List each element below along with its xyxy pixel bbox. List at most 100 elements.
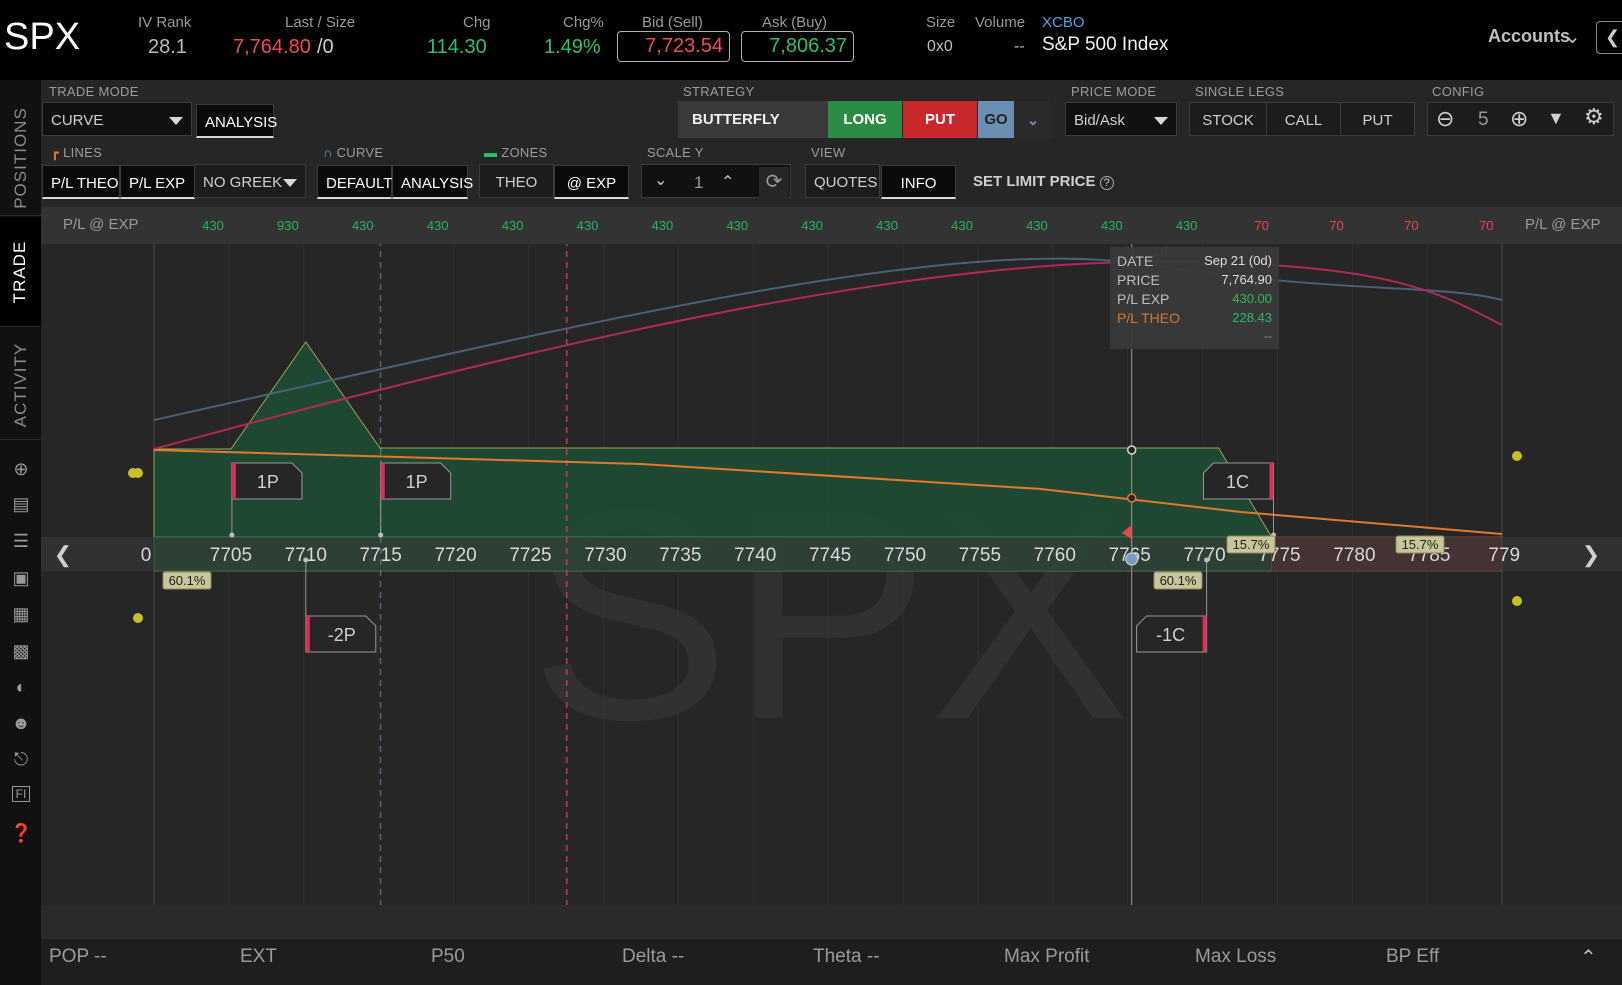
long-button[interactable]: LONG [828,101,902,138]
zoom-in-icon[interactable]: ⊕ [1510,106,1528,132]
dashboard-icon[interactable]: ▩ [10,641,32,663]
scale-y-value: 1 [694,173,704,192]
chevron-left-icon[interactable]: ❮ [54,542,72,568]
put-leg-button[interactable]: PUT [1340,102,1415,136]
pl-exp-header: P/L @ EXP P/L @ EXP 430 930 430 430 430 430 43… [41,207,1622,244]
price-mode-label: PRICE MODE [1071,84,1157,99]
pl-theo-button[interactable]: P/L THEO [42,165,120,199]
accounts-menu[interactable]: Accounts [1488,26,1570,47]
exchange[interactable]: XCBO [1042,14,1085,31]
theo-marker [1126,493,1137,503]
list-icon[interactable]: ☰ [10,531,32,553]
leg-dot [1204,557,1210,563]
help-icon: ? [1099,176,1114,190]
side-marker-dot[interactable] [133,468,143,478]
tab-trade[interactable]: TRADE [0,217,41,327]
price-tick-label: 7730 [584,545,626,566]
chevron-up-icon[interactable]: ⌃ [721,172,734,192]
grid-chart-icon[interactable]: ▦ [10,604,32,626]
side-marker-dot[interactable] [1512,451,1522,461]
chevron-down-icon[interactable]: ⌄ [654,170,667,190]
chevron-down-icon[interactable]: ⌄ [1564,24,1581,49]
tooltip-date-label: DATE [1117,253,1154,269]
ask-label: Ask (Buy) [762,14,828,31]
filter-icon[interactable]: ▼ [1547,108,1565,129]
strategy-select[interactable]: BUTTERFLY [678,101,828,138]
tooltip-extra: -- [1264,329,1272,343]
fi-icon[interactable]: FI [12,786,30,802]
chevron-up-icon[interactable]: ⌃ [1580,945,1597,970]
chevron-right-icon[interactable]: ❯ [1582,542,1600,568]
leg-label: 1P [406,472,428,492]
delta-stat: Delta -- [622,946,685,967]
curve-analysis-button[interactable]: ANALYSIS [392,165,473,199]
gear-icon[interactable]: ⚙ [1584,104,1604,130]
theta-stat: Theta -- [813,946,880,967]
history-icon[interactable]: ⎋ [10,749,32,771]
leg-label: 1P [257,472,279,492]
curve-default-button[interactable]: DEFAULT [317,165,392,199]
put-button[interactable]: PUT [903,101,977,138]
pl-exp-value: 430 [651,218,674,233]
iv-rank-value: 28.1 [148,36,187,58]
news-icon[interactable]: ▤ [10,494,32,516]
exp-marker [1126,445,1137,455]
bid-button[interactable]: 7,723.54 [617,31,730,62]
instrument-name: S&P 500 Index [1042,34,1169,55]
config-label: CONFIG [1432,84,1485,99]
collapse-left-icon[interactable]: ❮ [1596,21,1622,54]
ask-button[interactable]: 7,806.37 [741,31,854,62]
volume-value: -- [1014,38,1025,55]
greek-select[interactable]: NO GREEK [194,164,306,198]
tab-activity[interactable]: ACTIVITY [0,330,41,440]
zones-label: ▬ ZONES [484,145,548,160]
price-tick-label: 7720 [434,545,476,566]
tooltip-pltheo: 228.43 [1232,310,1272,325]
leg-bar [1269,463,1274,499]
price-tick-label: 7760 [1034,545,1076,566]
pl-exp-value: 430 [1175,218,1198,233]
pl-exp-value: 70 [1479,218,1494,233]
pl-exp-value: 430 [501,218,524,233]
go-button[interactable]: GO [978,101,1014,138]
symbol[interactable]: SPX [4,16,80,59]
single-legs-label: SINGLE LEGS [1195,84,1285,99]
pl-curve-chart[interactable]: SPX0 7705 7710 7715 7720 7725 7730 7735 7740 7745… [41,244,1622,934]
pl-exp-label-right: P/L @ EXP [1525,216,1601,233]
pl-exp-value: 430 [1026,218,1048,233]
zones-exp-button[interactable]: @ EXP [554,165,629,199]
call-button[interactable]: CALL [1266,102,1341,136]
price-tick-label: 7780 [1333,545,1375,566]
leg-dot [378,532,384,538]
pl-exp-value: 930 [277,218,299,233]
price-tick-label: 7745 [809,545,851,566]
view-quotes-button[interactable]: QUOTES [805,164,880,198]
tooltip-pltheo-label: P/L THEO [1117,310,1181,326]
trade-mode-select[interactable]: CURVE [42,102,192,136]
price-mode-select[interactable]: Bid/Ask [1065,102,1177,136]
reset-icon[interactable]: ⟳ [759,167,789,199]
pl-exp-value: 430 [576,218,599,233]
analysis-button[interactable]: ANALYSIS [196,104,277,138]
stock-button[interactable]: STOCK [1189,102,1267,136]
info-tooltip: DATE Sep 21 (0d) PRICE 7,764.90 P/L EXP … [1110,247,1279,349]
chevron-down-icon[interactable]: ⌄ [1015,101,1051,138]
price-handle[interactable] [1125,552,1139,566]
speedometer-icon[interactable]: ◐ [10,677,32,699]
leg-bar [231,463,236,499]
tab-positions[interactable]: POSITIONS [0,100,41,216]
pl-exp-value: 430 [202,218,224,233]
crosshair-icon[interactable]: ⊕ [10,459,32,481]
side-marker-dot[interactable] [133,613,143,623]
pl-exp-button[interactable]: P/L EXP [120,165,195,199]
set-limit-price[interactable]: SET LIMIT PRICE ? [973,173,1114,190]
side-marker-dot[interactable] [1512,596,1522,606]
view-info-button[interactable]: INFO [881,165,956,199]
zoom-out-icon[interactable]: ⊖ [1436,106,1454,132]
tv-icon[interactable]: ▣ [10,568,32,590]
help-icon[interactable]: ❓ [10,823,32,845]
leg-dot [303,557,309,563]
community-icon[interactable]: ☻ [10,713,32,735]
bid-label: Bid (Sell) [642,14,703,31]
zones-theo-button[interactable]: THEO [479,164,554,198]
